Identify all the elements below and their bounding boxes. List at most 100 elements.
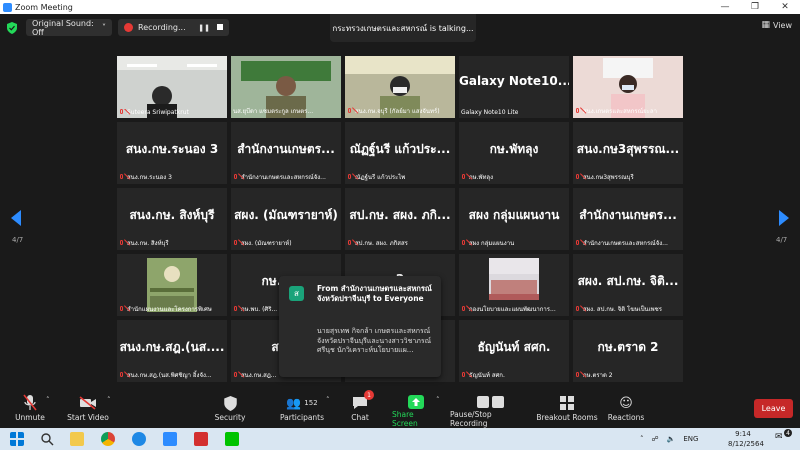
unmute-label: Unmute [15,413,45,422]
windows-taskbar: ˄ ☍ 🔈 ENG 9:14 8/12/2564 ✉ 4 [0,428,800,450]
participant-name-label: กษ.ตราด 2 [575,370,613,380]
tray-overflow-icon[interactable]: ˄ [640,435,644,443]
participant-name-label: สำนักงานเกษตรและสหกรณ์จัง... [575,238,668,248]
participant-display-name: สำนักงานเกษตร... [237,142,335,156]
participant-tile[interactable]: กษ.พัทลุง กษ.พัทลุง [459,122,569,184]
participant-name-label: สนง.กษ.ระนอง 3 [119,172,172,182]
participant-name-label: Suteera Sriwipatkrut [119,109,189,116]
chat-notification-popup[interactable]: ส From สำนักงานเกษตรและสหกรณ์จังหวัดปราจ… [279,276,441,377]
participant-name-label: กองนโยบายและแผนพัฒนาการ... [461,304,556,314]
participant-tile[interactable]: กองนโยบายและแผนพัฒนาการ... [459,254,569,316]
muted-mic-icon [575,107,581,115]
participant-tile[interactable]: Suteera Sriwipatkrut [117,56,227,118]
system-tray: ˄ ☍ 🔈 ENG [640,428,708,450]
acrobat-icon[interactable] [194,432,208,446]
participant-tile[interactable]: นส.ยุบีดา แซมตระกูล เกษตร... [231,56,341,118]
participant-name-label: สนง.กษ3สุพรรณบุรี [575,172,634,182]
muted-mic-icon [347,107,353,115]
next-page-arrow-icon[interactable] [779,210,789,226]
participant-tile[interactable]: สนง.กษ. สิงห์บุรี สนง.กษ. สิงห์บุรี [117,188,227,250]
volume-icon[interactable]: 🔈 [667,435,676,443]
notification-center-icon[interactable]: ✉ 4 [775,429,792,442]
muted-mic-icon [233,305,239,313]
video-off-icon [79,396,96,410]
leave-button[interactable]: Leave [754,399,793,418]
breakout-rooms-label: Breakout Rooms [536,413,598,422]
muted-mic-icon [119,371,125,379]
original-sound-toggle[interactable]: Original Sound: Off ˅ [26,19,112,37]
notification-count: 4 [784,429,792,437]
prev-page-arrow-icon[interactable] [11,210,21,226]
share-options-chevron-icon[interactable]: ˄ [436,396,440,404]
clock-time: 9:14 [735,430,751,438]
muted-mic-icon [461,371,467,379]
network-icon[interactable]: ☍ [652,435,659,443]
edge-icon[interactable] [132,432,146,446]
participant-name-text: สนง.กษ.สฎ.(นส.พิศชิญา อิ้งจัง... [127,372,212,379]
start-video-button[interactable]: Start Video [62,388,114,428]
participant-tile[interactable]: สนง.กษ.จบุรี (กัลย์มา แสงจันทร์) [345,56,455,118]
participant-name-text: Galaxy Note10 Lite [461,109,519,116]
muted-mic-icon [233,371,239,379]
participant-name-text: สนง.กษ.ระนอง 3 [127,174,172,181]
muted-mic-icon [347,173,353,181]
participants-label: Participants [279,413,325,422]
shield-icon[interactable] [7,22,17,34]
participant-tile[interactable]: สผง กลุ่มแผนงาน สผง กลุ่มแผนงาน [459,188,569,250]
line-app-icon[interactable] [225,432,239,446]
meeting-toolbar: Unmute ˄ Start Video ˄ Security 👥 152 Pa… [0,388,800,428]
file-explorer-icon[interactable] [70,432,84,446]
participant-tile[interactable]: สำนักงานเกษตร... สำนักงานเกษตรและสหกรณ์จั… [231,122,341,184]
recording-label: Recording... [138,23,186,32]
shield-icon [223,395,237,411]
page-indicator-left: 4/7 [12,236,24,244]
participant-tile[interactable]: สำนักแผนงานและโครงการพิเศษ [117,254,227,316]
pause-stop-recording-button[interactable]: Pause/Stop Recording [450,388,530,428]
input-language[interactable]: ENG [683,435,698,443]
share-screen-button[interactable]: Share Screen [392,388,440,428]
share-screen-icon [408,394,424,409]
participant-display-name: กษ.ตราด 2 [597,340,659,354]
muted-mic-icon [461,305,467,313]
audio-options-chevron-icon[interactable]: ˄ [46,396,50,404]
chevron-down-icon: ˅ [102,23,106,32]
chrome-icon[interactable] [101,432,115,446]
participant-tile[interactable]: สผง. สป.กษ. จิติ... สผง. สป.กษ. จิติ โฆษเ… [573,254,683,316]
maximize-icon[interactable]: ❐ [740,0,770,14]
participant-tile[interactable]: สนง.กษ.ระนอง 3 สนง.กษ.ระนอง 3 [117,122,227,184]
breakout-rooms-button[interactable]: Breakout Rooms [536,388,598,428]
windows-start-icon[interactable] [10,432,24,446]
minimize-icon[interactable]: — [710,0,740,14]
muted-mic-icon [119,239,125,247]
participant-name-text: นส.ยุบีดา แซมตระกูล เกษตร... [233,108,314,115]
security-button[interactable]: Security [212,388,248,428]
participant-tile[interactable]: สนง.เกษตรและสหกรณ์ยะลา [573,56,683,118]
participant-tile[interactable]: ธัญนันท์ สศก. ธัญนันท์ สศก. [459,320,569,382]
unmute-button[interactable]: Unmute [10,388,50,428]
participant-tile[interactable]: สำนักงานเกษตร... สำนักงานเกษตรและสหกรณ์จั… [573,188,683,250]
participant-tile[interactable]: สผง. (มัณฑรายาห์) สผง. (มัณฑรายาห์) [231,188,341,250]
video-options-chevron-icon[interactable]: ˄ [107,396,111,404]
pause-icon[interactable]: ❚❚ [198,24,210,32]
participants-chevron-icon[interactable]: ˄ [326,396,330,404]
zoom-taskbar-icon[interactable] [163,432,177,446]
participant-tile[interactable]: สนง.กษ.สฎ.(นส.... สนง.กษ.สฎ.(นส.พิศชิญา อ… [117,320,227,382]
participant-tile[interactable]: Galaxy Note10... Galaxy Note10 Lite [459,56,569,118]
participant-tile[interactable]: ณัฏฐ์นรี แก้วประ... ณัฏฐ์นรี แก้วประไพ [345,122,455,184]
participant-display-name: สนง.กษ3สุพรรณ... [576,142,680,156]
participant-tile[interactable]: กษ.ตราด 2 กษ.ตราด 2 [573,320,683,382]
participant-display-name: สผง. (มัณฑรายาห์) [234,208,338,222]
participants-button[interactable]: 👥 152 Participants [272,388,332,428]
clock[interactable]: 9:14 8/12/2564 [728,429,764,449]
close-icon[interactable]: ✕ [770,0,800,14]
chat-button[interactable]: 1 Chat [345,388,375,428]
participant-name-text: ณัฏฐ์นรี แก้วประไพ [355,174,406,181]
view-button[interactable]: ▦ View [762,20,793,30]
participant-display-name: สผง กลุ่มแผนงาน [468,208,560,222]
share-screen-label: Share Screen [392,410,418,428]
participant-tile[interactable]: สป.กษ. สผง. ภกิ... สป.กษ. สผง. ภกิสสร [345,188,455,250]
participant-tile[interactable]: สนง.กษ3สุพรรณ... สนง.กษ3สุพรรณบุรี [573,122,683,184]
reactions-button[interactable]: ☺ Reactions [606,388,646,428]
stop-icon[interactable] [217,23,223,30]
search-icon[interactable] [40,432,54,446]
